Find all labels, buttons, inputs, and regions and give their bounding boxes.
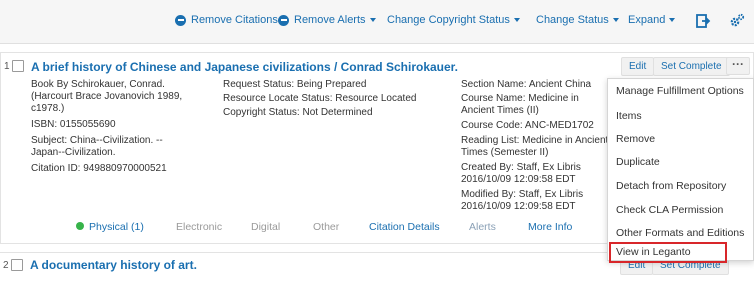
chevron-down-icon [612, 18, 619, 22]
tab-more-info[interactable]: More Info [528, 221, 572, 233]
row-checkbox[interactable] [11, 259, 23, 271]
available-status-icon [76, 222, 84, 230]
change-copyright-status-label: Change Copyright Status [387, 14, 510, 26]
change-status-label: Change Status [536, 14, 609, 26]
gears-icon[interactable] [729, 13, 745, 29]
remove-citations-button[interactable]: Remove Citations [175, 14, 278, 26]
expand-button[interactable]: Expand [628, 14, 676, 26]
edit-button[interactable]: Edit [621, 57, 655, 76]
tab-physical-label: Physical (1) [89, 221, 144, 233]
menu-item-detach-from-repository[interactable]: Detach from Repository [608, 180, 754, 192]
action-toolbar: Remove Citations Remove Alerts Change Co… [0, 0, 754, 44]
course-name-2: Ancient Times (II) [461, 105, 539, 116]
tab-physical[interactable]: Physical (1) [76, 221, 144, 233]
change-copyright-status-button[interactable]: Change Copyright Status [387, 14, 520, 26]
book-year: c1978.) [31, 103, 65, 114]
reading-list-1: Reading List: Medicine in Ancient [461, 135, 609, 146]
course-name-1: Course Name: Medicine in [461, 93, 579, 104]
book-publisher: (Harcourt Brace Jovanovich 1989, [31, 91, 183, 102]
chevron-down-icon [513, 18, 520, 22]
reading-list-2: Times (Semester II) [461, 147, 549, 158]
isbn: ISBN: 0155055690 [31, 119, 116, 130]
citation-title-link[interactable]: A brief history of Chinese and Japanese … [31, 60, 458, 74]
menu-item-check-cla-permission[interactable]: Check CLA Permission [608, 204, 754, 216]
citation-tabs: Physical (1) Electronic Digital Other Ci… [1, 221, 601, 237]
set-complete-button[interactable]: Set Complete [653, 57, 730, 76]
citation-bibliographic-info: Book By Schirokauer, Conrad. (Harcourt B… [31, 79, 221, 177]
more-actions-button[interactable]: ··· [726, 57, 750, 75]
copyright-status: Copyright Status: Not Determined [223, 107, 373, 118]
subject-line-2: Japan--Civilization. [31, 147, 116, 158]
modified-by: Modified By: Staff, Ex Libris [461, 189, 584, 200]
tab-citation-details[interactable]: Citation Details [369, 221, 440, 233]
change-status-button[interactable]: Change Status [536, 14, 619, 26]
row-checkbox[interactable] [12, 60, 24, 72]
section-name: Section Name: Ancient China [461, 79, 592, 90]
tab-alerts[interactable]: Alerts [469, 221, 496, 233]
citation-course-info: Section Name: Ancient China Course Name:… [461, 79, 611, 215]
tab-other[interactable]: Other [313, 221, 339, 233]
more-actions-menu: Manage Fulfillment Options Items Remove … [607, 78, 754, 263]
menu-item-manage-fulfillment-options[interactable]: Manage Fulfillment Options [608, 85, 754, 97]
menu-item-view-in-leganto[interactable]: View in Leganto [609, 242, 727, 263]
citation-id: Citation ID: 949880970000521 [31, 163, 167, 174]
citation-title-link[interactable]: A documentary history of art. [30, 258, 197, 272]
course-code: Course Code: ANC-MED1702 [461, 120, 594, 131]
remove-alerts-button[interactable]: Remove Alerts [278, 14, 376, 26]
tab-electronic[interactable]: Electronic [176, 221, 222, 233]
modified-date: 2016/10/09 12:09:58 EDT [461, 201, 576, 212]
row-number: 2 [3, 260, 9, 271]
menu-item-items[interactable]: Items [608, 110, 754, 122]
export-icon[interactable] [695, 13, 711, 29]
subject-line-1: Subject: China--Civilization. -- [31, 135, 163, 146]
row-number: 1 [4, 61, 10, 72]
menu-item-other-formats-and-editions[interactable]: Other Formats and Editions [608, 227, 754, 239]
remove-citations-label: Remove Citations [191, 14, 278, 26]
resource-locate-status: Resource Locate Status: Resource Located [223, 93, 417, 104]
created-date: 2016/10/09 12:09:58 EDT [461, 174, 576, 185]
remove-alerts-label: Remove Alerts [294, 14, 366, 26]
chevron-down-icon [369, 18, 376, 22]
menu-item-remove[interactable]: Remove [608, 133, 754, 145]
created-by: Created By: Staff, Ex Libris [461, 162, 581, 173]
request-status: Request Status: Being Prepared [223, 79, 367, 90]
minus-circle-icon [278, 14, 289, 26]
expand-label: Expand [628, 14, 666, 26]
minus-circle-icon [175, 14, 186, 26]
chevron-down-icon [669, 18, 676, 22]
tab-digital[interactable]: Digital [251, 221, 280, 233]
menu-item-duplicate[interactable]: Duplicate [608, 156, 754, 168]
book-author: Book By Schirokauer, Conrad. [31, 79, 165, 90]
citation-status-info: Request Status: Being Prepared Resource … [223, 79, 453, 121]
